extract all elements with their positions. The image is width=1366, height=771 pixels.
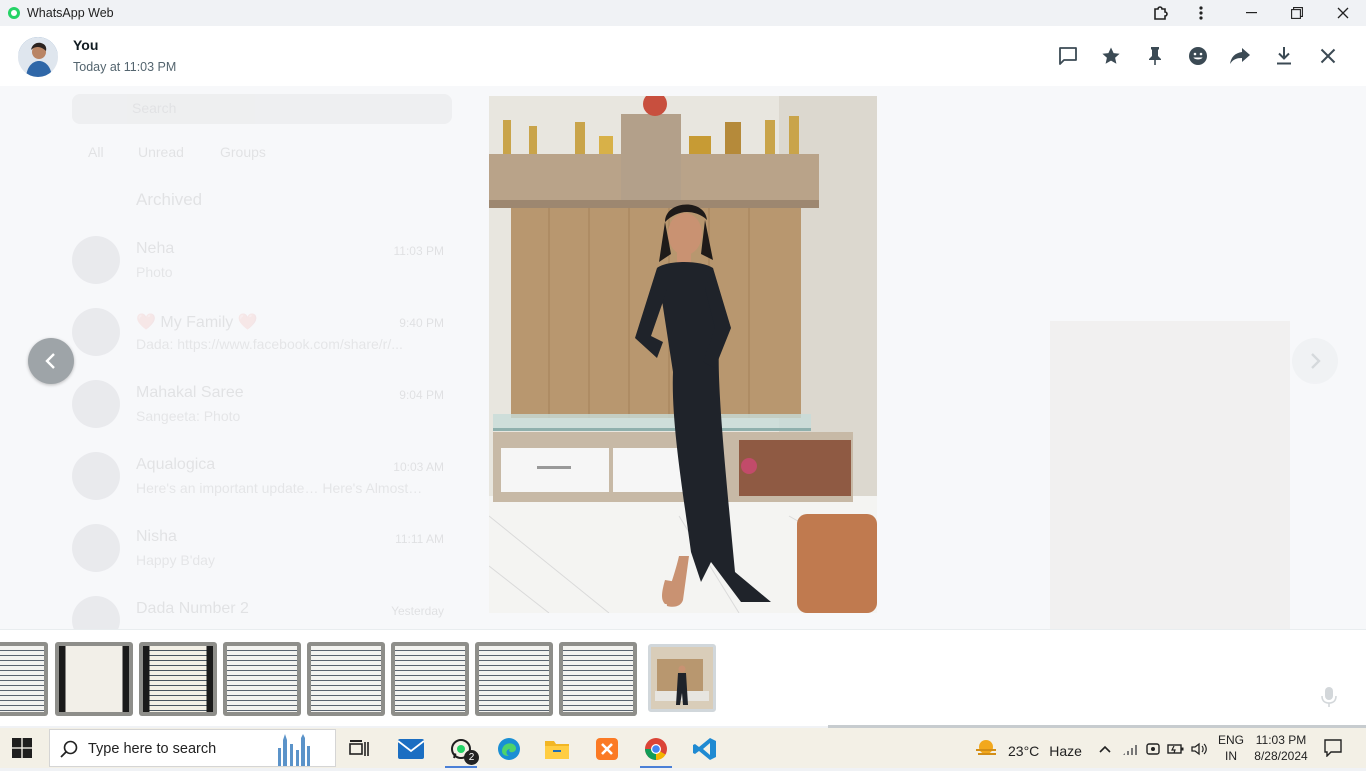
sender-name: You: [73, 37, 99, 53]
next-media-button[interactable]: [1292, 338, 1338, 384]
list-item: Dada Number 2 Yesterday: [72, 590, 452, 629]
volume-icon[interactable]: [1190, 740, 1208, 758]
lang-line-2: IN: [1225, 749, 1237, 763]
whatsapp-taskbar-icon[interactable]: 2: [441, 732, 481, 768]
background-preview-ghost: [1050, 321, 1290, 629]
task-view-icon[interactable]: [340, 732, 380, 766]
weather-haze-icon: [974, 738, 998, 763]
windows-start-icon[interactable]: [12, 738, 32, 758]
taskbar-search-box[interactable]: Type here to search: [49, 729, 336, 767]
thumbnail[interactable]: [139, 642, 217, 716]
minimize-button[interactable]: [1228, 0, 1274, 26]
search-placeholder: Type here to search: [88, 741, 217, 757]
edge-browser-icon[interactable]: [489, 732, 529, 766]
bg-search: Search: [132, 100, 177, 116]
list-item: Nisha Happy B'day 11:11 AM: [72, 518, 452, 578]
battery-icon[interactable]: [1167, 740, 1185, 758]
clock-time: 11:03 PM: [1255, 733, 1307, 747]
media-stage: Search All Unread Groups Archived Neha P…: [0, 86, 1366, 629]
file-explorer-icon[interactable]: [537, 732, 577, 766]
chevron-up-icon[interactable]: [1096, 740, 1114, 758]
thumbnail[interactable]: [55, 642, 133, 716]
notification-center-icon[interactable]: [1324, 739, 1342, 762]
microphone-icon: [1320, 686, 1338, 708]
main-photo: [489, 96, 877, 613]
previous-media-button[interactable]: [28, 338, 74, 384]
sent-timestamp: Today at 11:03 PM: [73, 60, 177, 74]
restore-button[interactable]: [1274, 0, 1320, 26]
chrome-icon[interactable]: [636, 732, 676, 768]
weather-temp: 23°C: [1008, 742, 1040, 759]
thumbnail[interactable]: [391, 642, 469, 716]
close-icon[interactable]: [1316, 44, 1340, 68]
search-icon: [60, 740, 78, 763]
reply-icon[interactable]: [1056, 44, 1080, 68]
forward-icon[interactable]: [1228, 44, 1252, 68]
input-language[interactable]: ENG IN: [1216, 732, 1246, 764]
star-icon[interactable]: [1099, 44, 1123, 68]
network-icon[interactable]: [1121, 740, 1139, 758]
lang-line-1: ENG: [1217, 733, 1244, 747]
whatsapp-badge: 2: [464, 750, 479, 765]
bg-filter-groups: Groups: [220, 144, 266, 160]
list-item: Aqualogica Here's an important update… H…: [72, 446, 452, 506]
close-window-button[interactable]: [1320, 0, 1366, 26]
emoji-icon[interactable]: [1186, 44, 1210, 68]
bg-archived: Archived: [136, 190, 203, 209]
list-item: Neha Photo 11:03 PM: [72, 230, 452, 290]
background-chat-list: Search All Unread Groups Archived Neha P…: [60, 86, 460, 629]
thumbnail-strip: [0, 629, 1366, 728]
window-titlebar: WhatsApp Web: [0, 0, 1366, 26]
clock-date: 8/28/2024: [1254, 749, 1308, 763]
vscode-icon[interactable]: [685, 732, 725, 766]
pin-icon[interactable]: [1143, 44, 1167, 68]
list-item: Mahakal Saree Sangeeta: Photo 9:04 PM: [72, 374, 452, 434]
xampp-icon[interactable]: [587, 732, 627, 766]
thumbnail-selected[interactable]: [648, 644, 716, 712]
meet-now-icon[interactable]: [1144, 740, 1162, 758]
mail-app-icon[interactable]: [391, 732, 431, 766]
list-item: ❤️ My Family ❤️ Dada: https://www.facebo…: [72, 302, 452, 362]
thumbnail[interactable]: [475, 642, 553, 716]
avatar[interactable]: [18, 37, 58, 77]
weather-widget[interactable]: 23°C Haze: [974, 738, 1082, 763]
bg-filter-all: All: [88, 144, 104, 160]
windows-taskbar: Type here to search 2 23°C Haze ENG IN 1…: [0, 728, 1366, 768]
media-viewer-header: You Today at 11:03 PM: [0, 26, 1366, 86]
download-icon[interactable]: [1272, 44, 1296, 68]
thumbnail[interactable]: [559, 642, 637, 716]
thumbnail[interactable]: [307, 642, 385, 716]
whatsapp-logo-icon: [8, 7, 20, 19]
thumbnail[interactable]: [223, 642, 301, 716]
bg-filter-unread: Unread: [138, 144, 184, 160]
thumbnail[interactable]: [0, 642, 48, 716]
more-options-icon[interactable]: [1178, 0, 1224, 26]
window-title: WhatsApp Web: [27, 6, 114, 20]
system-clock[interactable]: 11:03 PM 8/28/2024: [1252, 732, 1310, 764]
skyline-icon: [272, 734, 320, 766]
weather-condition: Haze: [1049, 742, 1082, 759]
